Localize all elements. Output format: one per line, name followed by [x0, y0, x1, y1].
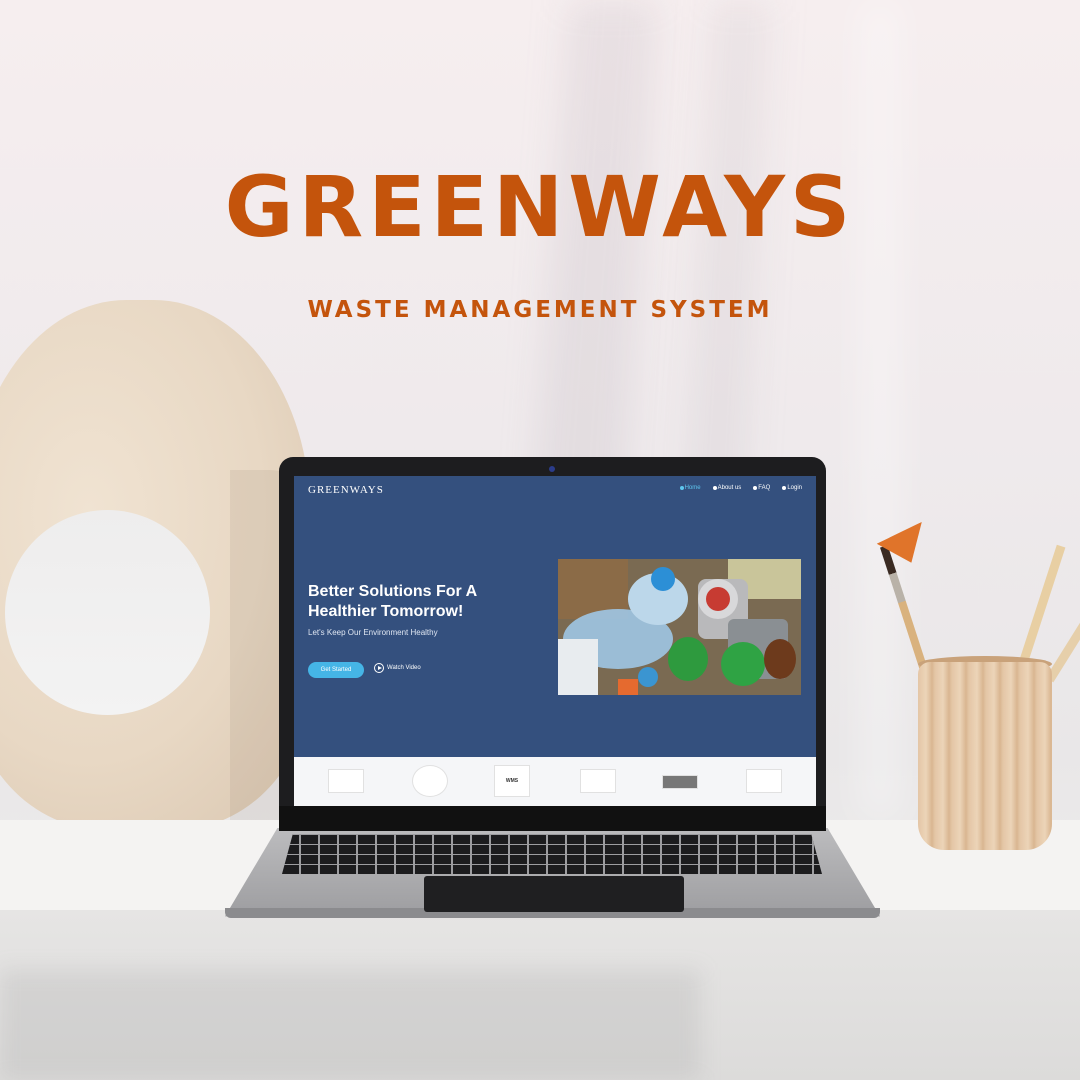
- laptop-trackpad: [424, 876, 684, 912]
- nav-login-label: Login: [787, 485, 802, 491]
- recycling-circle-logo[interactable]: [412, 765, 448, 797]
- website-screen: GREENWAYS Home About us FAQ Login Better…: [294, 476, 816, 806]
- nav-faq[interactable]: FAQ: [753, 485, 770, 491]
- info-icon: [712, 486, 717, 490]
- pencil-icon: [1018, 544, 1066, 667]
- home-icon: [679, 486, 684, 490]
- bins-logo[interactable]: [328, 769, 364, 793]
- site-logo[interactable]: GREENWAYS: [308, 484, 384, 496]
- light-streak: [860, 0, 900, 820]
- watch-video-label: Watch Video: [387, 665, 421, 671]
- nav-home[interactable]: Home: [679, 485, 701, 491]
- waste-types-logo[interactable]: [580, 769, 616, 793]
- get-started-button[interactable]: Get Started: [308, 662, 364, 678]
- login-icon: [782, 486, 787, 490]
- table-shadow: [0, 970, 700, 1080]
- site-navbar: Home About us FAQ Login: [679, 485, 802, 491]
- vase-opening: [5, 510, 210, 715]
- watch-video-link[interactable]: Watch Video: [374, 663, 421, 673]
- hero-title: Better Solutions For A Healthier Tomorro…: [308, 583, 477, 620]
- eco-icons-logo[interactable]: [746, 769, 782, 793]
- recycling-materials-image: [558, 559, 801, 695]
- nav-faq-label: FAQ: [758, 485, 771, 491]
- recyclables-illustration: [558, 559, 801, 695]
- nav-home-label: Home: [684, 485, 701, 491]
- partner-logos-strip: WMS: [294, 757, 816, 806]
- sorting-logo[interactable]: [662, 775, 698, 789]
- nav-login[interactable]: Login: [782, 485, 802, 491]
- nav-about[interactable]: About us: [712, 485, 742, 491]
- paintbrush-icon: [1045, 584, 1080, 683]
- poster-title: GREENWAYS: [224, 158, 856, 256]
- play-icon: [374, 663, 384, 673]
- question-icon: [753, 486, 758, 490]
- pencil-cup: [918, 662, 1052, 850]
- laptop-hinge: [279, 806, 826, 831]
- wms-logo[interactable]: WMS: [494, 765, 530, 797]
- laptop-keyboard: [282, 834, 822, 874]
- webcam-icon: [549, 466, 555, 472]
- wms-logo-label: WMS: [505, 778, 519, 784]
- hero-subtitle: Let's Keep Our Environment Healthy: [308, 628, 438, 637]
- nav-about-label: About us: [717, 485, 742, 491]
